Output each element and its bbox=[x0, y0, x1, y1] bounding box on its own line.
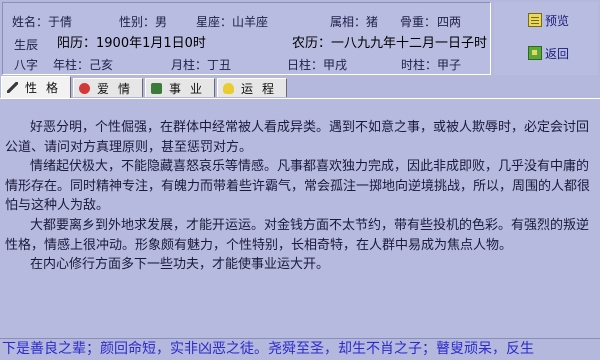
zodiac-field: 星座：山羊座 bbox=[196, 15, 269, 29]
tab-career[interactable]: 事业 bbox=[145, 78, 215, 97]
month-pillar: 月柱：丁丑 bbox=[171, 58, 232, 72]
back-label: 返回 bbox=[545, 46, 570, 61]
scrolling-ticker: 下是善良之辈；颜回命短，实非凶恶之徒。尧舜至圣，却生不肖之子；瞽叟顽呆，反生 bbox=[0, 338, 600, 360]
tab-label: 运程 bbox=[241, 81, 284, 96]
personality-text-area[interactable]: 好恶分明，个性倔强，在群体中经常被人看成异类。遇到不如意之事，或被人欺辱时，必定… bbox=[0, 99, 600, 338]
back-button[interactable]: 返回 bbox=[528, 44, 569, 62]
birth-label: 生辰 bbox=[14, 38, 39, 52]
heart-icon bbox=[79, 82, 90, 94]
paragraph: 好恶分明，个性倔强，在群体中经常被人看成异类。遇到不如意之事，或被人欺辱时，必定… bbox=[5, 120, 590, 155]
paragraph: 在内心修行方面多下一些功夫，才能使事业运大开。 bbox=[30, 257, 330, 272]
solar-date: 阳历：1900年1月1日0时 bbox=[57, 36, 206, 51]
day-pillar: 日柱：甲戌 bbox=[287, 58, 348, 72]
year-pillar: 年柱：己亥 bbox=[53, 58, 114, 72]
tab-love[interactable]: 爱情 bbox=[73, 78, 143, 97]
tab-personality[interactable]: 性格 bbox=[1, 76, 71, 98]
tab-bar: 性格 爱情 事业 运程 bbox=[0, 76, 600, 99]
tab-label: 性格 bbox=[25, 81, 68, 95]
preview-button[interactable]: 预览 bbox=[528, 11, 569, 29]
lunar-date: 农历：一八九九年十二月一日子时 bbox=[292, 36, 488, 51]
hour-pillar: 时柱：甲子 bbox=[401, 58, 462, 72]
preview-label: 预览 bbox=[545, 13, 570, 28]
preview-icon bbox=[528, 13, 542, 27]
animal-field: 属相：猪 bbox=[330, 15, 379, 29]
tab-fortune[interactable]: 运程 bbox=[217, 78, 287, 97]
bazi-label: 八字 bbox=[14, 58, 39, 72]
paragraph: 情绪起伏极大，不能隐藏喜怒哀乐等情感。凡事都喜欢独力完成，因此非成即败，几乎没有… bbox=[5, 159, 591, 213]
tab-label: 事业 bbox=[169, 81, 212, 96]
lightbulb-icon bbox=[223, 82, 234, 94]
tab-label: 爱情 bbox=[97, 81, 140, 96]
ticker-text: 下是善良之辈；颜回命短，实非凶恶之徒。尧舜至圣，却生不肖之子；瞽叟顽呆，反生 bbox=[2, 341, 534, 357]
back-icon bbox=[528, 46, 542, 60]
profile-panel: 姓名：于倩 性别：男 星座：山羊座 属相：猪 骨重： 四两 生辰 阳历：1900… bbox=[2, 2, 491, 75]
paragraph: 大都要离乡到外地求发展，才能开运运。对金钱方面不太节约，带有些投机的色彩。有强烈… bbox=[5, 218, 590, 253]
briefcase-icon bbox=[151, 82, 162, 94]
bone-weight-label: 骨重： bbox=[400, 15, 437, 29]
action-panel: 预览 返回 bbox=[494, 2, 598, 75]
gender-field: 性别：男 bbox=[119, 15, 168, 29]
bone-weight-value: 四两 bbox=[437, 15, 462, 29]
name-field: 姓名：于倩 bbox=[12, 15, 73, 29]
pen-icon bbox=[7, 82, 18, 93]
